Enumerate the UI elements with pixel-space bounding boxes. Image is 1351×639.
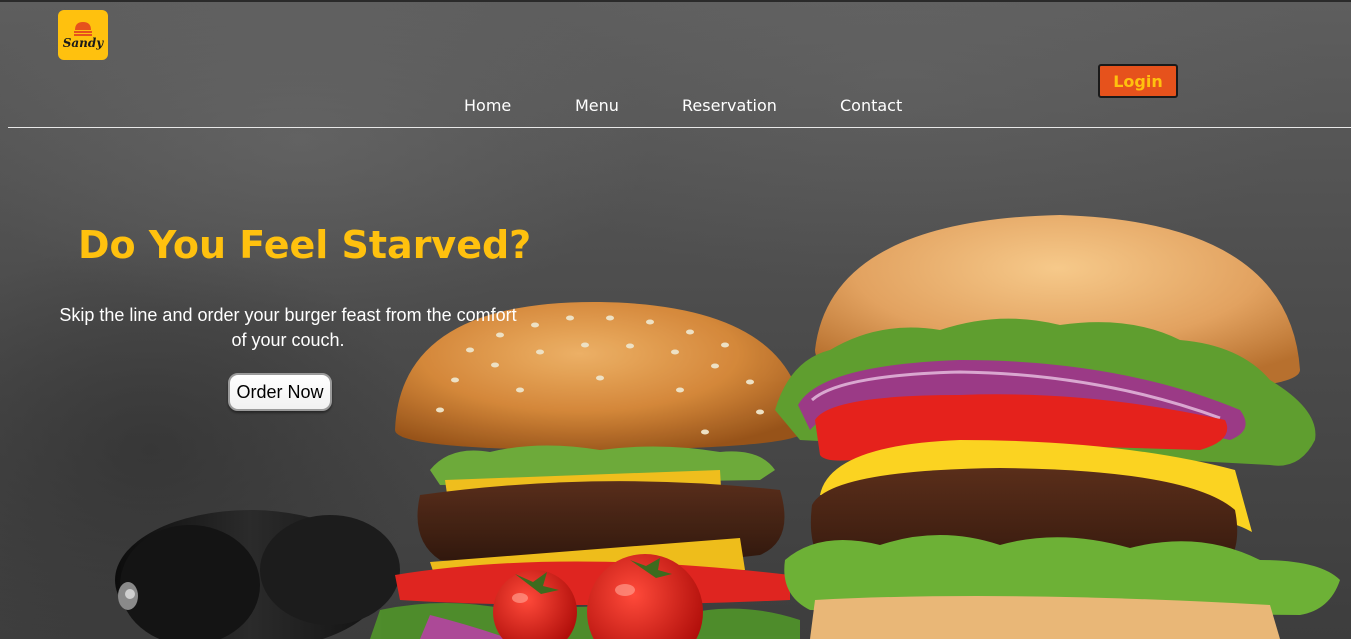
nav-link-home[interactable]: Home xyxy=(464,96,511,115)
hero-title: Do You Feel Starved? xyxy=(78,223,532,267)
order-now-button[interactable]: Order Now xyxy=(228,373,332,411)
hero-subtitle: Skip the line and order your burger feas… xyxy=(59,305,517,350)
landing-page: Sandy Login Home Menu Reservation Contac… xyxy=(0,0,1351,639)
nav-link-reservation[interactable]: Reservation xyxy=(682,96,777,115)
burger-icon: Sandy xyxy=(63,22,105,50)
brand-logo[interactable]: Sandy xyxy=(58,10,108,60)
login-button[interactable]: Login xyxy=(1098,64,1178,98)
main-nav: Home Menu Reservation Contact xyxy=(0,96,1351,124)
nav-link-contact[interactable]: Contact xyxy=(840,96,902,115)
nav-divider xyxy=(8,127,1351,128)
nav-link-menu[interactable]: Menu xyxy=(575,96,619,115)
logo-text: Sandy xyxy=(63,36,105,50)
